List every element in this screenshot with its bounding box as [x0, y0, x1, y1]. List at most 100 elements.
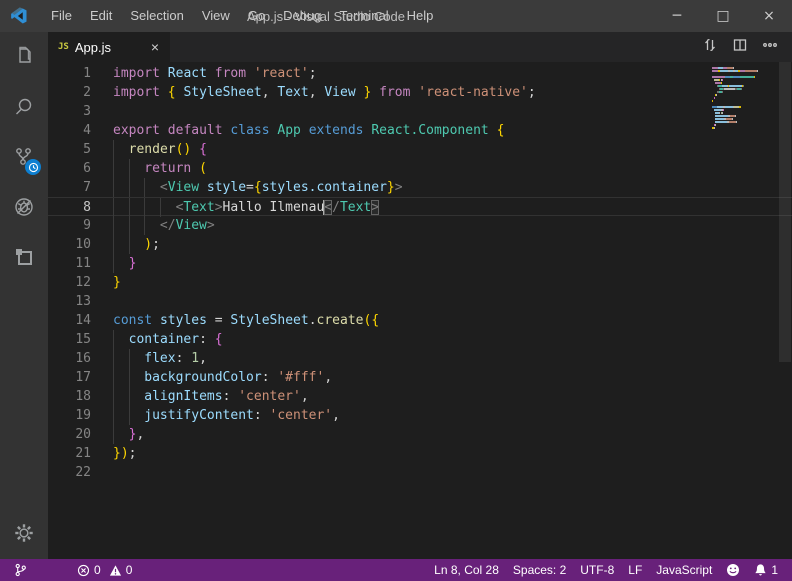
- code-line-5[interactable]: 5render() {: [48, 140, 792, 159]
- source-control-icon[interactable]: [0, 132, 48, 182]
- encoding[interactable]: UTF-8: [576, 559, 618, 581]
- vertical-scrollbar[interactable]: [779, 62, 791, 362]
- cursor-position[interactable]: Ln 8, Col 28: [430, 559, 503, 581]
- token: View: [176, 218, 207, 233]
- code-line-2[interactable]: 2import { StyleSheet, Text, View } from …: [48, 83, 792, 102]
- menu-item-selection[interactable]: Selection: [121, 0, 192, 32]
- menu-bar: FileEditSelectionViewGoDebugTerminalHelp: [42, 0, 442, 32]
- indent-guide: [113, 368, 129, 387]
- code-line-18[interactable]: 18alignItems: 'center',: [48, 387, 792, 406]
- problems-errors[interactable]: 0: [73, 559, 105, 581]
- line-number: 16: [48, 349, 91, 368]
- token: '#fff': [277, 370, 324, 385]
- minimap[interactable]: [712, 66, 774, 146]
- code-line-6[interactable]: 6return (: [48, 159, 792, 178]
- more-actions-icon[interactable]: [762, 37, 778, 58]
- token: ): [121, 446, 129, 461]
- token: justifyContent: [144, 408, 254, 423]
- code-line-8[interactable]: 8<Text>Hallo Ilmenau</Text>: [48, 197, 792, 216]
- code-line-16[interactable]: 16flex: 1,: [48, 349, 792, 368]
- code-line-7[interactable]: 7<View style={styles.container}>: [48, 178, 792, 197]
- feedback-smiley-icon[interactable]: [722, 559, 744, 581]
- search-icon[interactable]: [0, 82, 48, 132]
- token: {: [497, 123, 505, 138]
- manage-gear-icon[interactable]: [0, 511, 48, 555]
- line-number: 14: [48, 311, 91, 330]
- menu-item-terminal[interactable]: Terminal: [330, 0, 397, 32]
- language-mode[interactable]: JavaScript: [652, 559, 716, 581]
- line-number: 20: [48, 425, 91, 444]
- tab-appjs[interactable]: JS App.js ×: [48, 32, 170, 62]
- indent-guide: [129, 198, 145, 217]
- git-branch-icon[interactable]: [10, 559, 31, 581]
- menu-item-debug[interactable]: Debug: [274, 0, 330, 32]
- indent-guide: [144, 216, 160, 235]
- code-text: },: [113, 427, 144, 442]
- sync-changes-icon[interactable]: [702, 37, 718, 58]
- explorer-icon[interactable]: [0, 32, 48, 82]
- token: 1: [191, 351, 199, 366]
- menu-item-help[interactable]: Help: [398, 0, 443, 32]
- notifications-bell[interactable]: 1: [750, 559, 782, 581]
- extensions-icon[interactable]: [0, 232, 48, 282]
- code-line-22[interactable]: 22: [48, 463, 792, 482]
- line-number: 8: [48, 198, 91, 217]
- code-line-3[interactable]: 3: [48, 102, 792, 121]
- minimize-button[interactable]: ─: [654, 0, 700, 32]
- code-line-19[interactable]: 19justifyContent: 'center',: [48, 406, 792, 425]
- editor[interactable]: 1import React from 'react';2import { Sty…: [48, 62, 792, 559]
- token: ,: [301, 389, 309, 404]
- code-line-17[interactable]: 17backgroundColor: '#fff',: [48, 368, 792, 387]
- token: ,: [262, 85, 278, 100]
- debug-icon[interactable]: [0, 182, 48, 232]
- line-number: 21: [48, 444, 91, 463]
- menu-item-edit[interactable]: Edit: [81, 0, 121, 32]
- code-line-1[interactable]: 1import React from 'react';: [48, 64, 792, 83]
- code-line-13[interactable]: 13: [48, 292, 792, 311]
- token: </: [160, 218, 176, 233]
- token: class: [230, 123, 277, 138]
- token: =: [246, 180, 254, 195]
- token: import: [113, 66, 168, 81]
- line-number: 13: [48, 292, 91, 311]
- token: styles.container: [262, 180, 387, 195]
- menu-item-file[interactable]: File: [42, 0, 81, 32]
- token: ,: [332, 408, 340, 423]
- token: ,: [199, 351, 207, 366]
- code-text: container: {: [113, 332, 223, 347]
- problems-warnings[interactable]: 0: [105, 559, 137, 581]
- code-line-9[interactable]: 9</View>: [48, 216, 792, 235]
- code-text: export default class App extends React.C…: [113, 123, 504, 138]
- token: :: [176, 351, 192, 366]
- code-line-11[interactable]: 11}: [48, 254, 792, 273]
- token: container: [129, 332, 199, 347]
- code-line-10[interactable]: 10);: [48, 235, 792, 254]
- token: (): [176, 142, 192, 157]
- indent-guide: [113, 178, 129, 197]
- token: View: [168, 180, 207, 195]
- menu-item-view[interactable]: View: [193, 0, 239, 32]
- token: create: [317, 313, 364, 328]
- code-lines: 1import React from 'react';2import { Sty…: [48, 62, 792, 482]
- indent-guide: [129, 406, 145, 425]
- split-editor-icon[interactable]: [732, 37, 748, 58]
- code-line-15[interactable]: 15container: {: [48, 330, 792, 349]
- close-button[interactable]: ×: [746, 0, 792, 32]
- code-line-20[interactable]: 20},: [48, 425, 792, 444]
- tab-close-icon[interactable]: ×: [148, 39, 162, 55]
- token: Text: [340, 200, 371, 215]
- error-icon: [77, 564, 90, 577]
- code-line-14[interactable]: 14const styles = StyleSheet.create({: [48, 311, 792, 330]
- menu-item-go[interactable]: Go: [239, 0, 274, 32]
- code-line-4[interactable]: 4export default class App extends React.…: [48, 121, 792, 140]
- indentation[interactable]: Spaces: 2: [509, 559, 570, 581]
- code-line-12[interactable]: 12}: [48, 273, 792, 292]
- code-line-21[interactable]: 21});: [48, 444, 792, 463]
- token: ): [144, 237, 152, 252]
- token: /: [332, 200, 340, 215]
- indent-guide: [113, 140, 129, 159]
- eol[interactable]: LF: [624, 559, 646, 581]
- token: :: [223, 389, 239, 404]
- vscode-logo-icon: [10, 6, 30, 26]
- maximize-button[interactable]: □: [700, 0, 746, 32]
